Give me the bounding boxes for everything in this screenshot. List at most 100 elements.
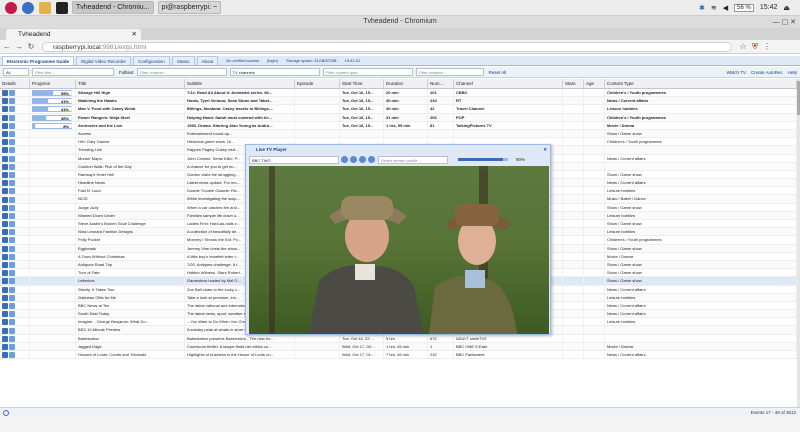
info-icon[interactable] xyxy=(2,352,8,359)
record-icon[interactable] xyxy=(9,245,15,252)
record-icon[interactable] xyxy=(9,335,15,342)
close-tab-icon[interactable]: ✕ xyxy=(132,29,137,40)
record-icon[interactable] xyxy=(9,286,15,293)
column-header[interactable]: Duration xyxy=(384,79,428,88)
info-icon[interactable] xyxy=(2,139,8,146)
record-icon[interactable] xyxy=(9,90,15,97)
url-field[interactable]: raspberrypi.local:9981/extjs.html xyxy=(42,41,732,52)
content-filter-input[interactable]: Filter content type... xyxy=(322,68,413,76)
record-icon[interactable] xyxy=(9,139,15,146)
info-icon[interactable] xyxy=(2,302,8,309)
record-icon[interactable] xyxy=(9,180,15,187)
info-icon[interactable] xyxy=(2,221,8,228)
info-icon[interactable] xyxy=(2,311,8,318)
create-autorec-button[interactable]: Create AutoRec xyxy=(751,70,783,75)
volume-slider[interactable] xyxy=(458,158,508,161)
close-icon[interactable]: ✕ xyxy=(543,145,547,154)
record-icon[interactable] xyxy=(9,196,15,203)
record-icon[interactable] xyxy=(9,155,15,162)
stop-icon[interactable] xyxy=(341,156,348,163)
bluetooth-icon[interactable]: ✱ xyxy=(699,4,705,12)
column-header[interactable]: Age xyxy=(584,79,605,88)
menu-icon[interactable]: ⋮ xyxy=(762,42,772,51)
column-header[interactable]: Channel xyxy=(454,79,563,88)
info-icon[interactable] xyxy=(2,122,8,129)
play-icon[interactable] xyxy=(359,156,366,163)
eject-icon[interactable]: ⏏ xyxy=(783,4,790,12)
info-icon[interactable] xyxy=(2,147,8,154)
browser-tab[interactable]: Tvheadend ✕ xyxy=(6,29,141,40)
info-icon[interactable] xyxy=(2,245,8,252)
column-header[interactable]: Title xyxy=(76,79,185,88)
fullscreen-icon[interactable] xyxy=(368,156,375,163)
info-icon[interactable] xyxy=(2,180,8,187)
record-icon[interactable] xyxy=(9,319,15,326)
table-row[interactable]: Access Entertainment round-up... Show / Ga… xyxy=(0,129,797,139)
info-icon[interactable] xyxy=(2,106,8,113)
column-header[interactable]: Stars xyxy=(563,79,584,88)
duration-filter-input[interactable]: Filter duration... xyxy=(415,68,484,76)
record-icon[interactable] xyxy=(9,294,15,301)
info-icon[interactable] xyxy=(2,188,8,195)
pause-icon[interactable] xyxy=(350,156,357,163)
record-icon[interactable] xyxy=(9,106,15,113)
channel-select[interactable]: BBC TWO xyxy=(249,155,339,164)
info-icon[interactable] xyxy=(2,204,8,211)
info-icon[interactable] xyxy=(2,155,8,162)
column-header[interactable]: Progress xyxy=(30,79,76,88)
title-filter-input[interactable]: Filter title... xyxy=(32,68,114,76)
record-icon[interactable] xyxy=(9,98,15,105)
wifi-icon[interactable]: ≋ xyxy=(711,4,717,12)
table-row[interactable]: 55% Strange Hill High 7/14. Read All About… xyxy=(0,89,797,98)
table-row[interactable]: 36% Power Rangers: Ninja Steel Helping Han… xyxy=(0,113,797,122)
help-button[interactable]: Help xyxy=(788,70,797,75)
info-icon[interactable] xyxy=(2,270,8,277)
channel-filter-input[interactable]: Filter channel... xyxy=(136,68,227,76)
record-icon[interactable] xyxy=(9,302,15,309)
record-icon[interactable] xyxy=(9,229,15,236)
back-icon[interactable]: ← xyxy=(2,42,12,51)
info-icon[interactable] xyxy=(2,294,8,301)
info-icon[interactable] xyxy=(2,237,8,244)
record-icon[interactable] xyxy=(9,212,15,219)
info-icon[interactable] xyxy=(2,262,8,269)
forward-icon[interactable]: → xyxy=(14,42,24,51)
reset-all-button[interactable]: Reset All xyxy=(489,70,507,75)
info-icon[interactable] xyxy=(2,335,8,342)
record-icon[interactable] xyxy=(9,270,15,277)
record-icon[interactable] xyxy=(9,122,15,129)
info-icon[interactable] xyxy=(2,171,8,178)
table-row[interactable]: 8% Androcles and the Lion 1953. Drama. Sta… xyxy=(0,121,797,130)
record-icon[interactable] xyxy=(9,131,15,138)
record-icon[interactable] xyxy=(9,147,15,154)
info-icon[interactable] xyxy=(2,319,8,326)
tab-epg[interactable]: Electronic Programme Guide xyxy=(2,56,75,65)
record-icon[interactable] xyxy=(9,163,15,170)
table-row[interactable]: 41% Watching the Hawks Hosts, Tyrel Ventur… xyxy=(0,97,797,106)
column-header[interactable]: Content Type xyxy=(605,79,797,88)
table-row[interactable]: Jagged Edge Courtroom thriller. A lawyer … xyxy=(0,342,797,351)
cpu-monitor[interactable]: 56 % xyxy=(734,3,754,12)
tab-dvr[interactable]: Digital Video Recorder xyxy=(76,56,131,65)
record-icon[interactable] xyxy=(9,114,15,121)
column-header[interactable]: Start Time xyxy=(340,79,384,88)
record-icon[interactable] xyxy=(9,343,15,350)
table-row[interactable]: 41% Man V. Food with Casey Webb Billings, … xyxy=(0,105,797,114)
star-icon[interactable]: ☆ xyxy=(738,42,748,51)
info-icon[interactable] xyxy=(2,229,8,236)
info-icon[interactable] xyxy=(2,327,8,334)
info-icon[interactable] xyxy=(2,163,8,170)
table-row[interactable]: Babestation Babestation presents Babenati… xyxy=(0,334,797,343)
volume-icon[interactable]: ◀ xyxy=(723,4,728,12)
table-row[interactable]: Houses of Lords: Courts and Tribunals Hig… xyxy=(0,351,797,360)
info-icon[interactable] xyxy=(2,253,8,260)
column-header[interactable]: Num... xyxy=(428,79,454,88)
login-link[interactable]: (login) xyxy=(267,56,278,65)
record-icon[interactable] xyxy=(9,204,15,211)
watch-tv-button[interactable]: Watch TV xyxy=(726,70,746,75)
mode-select[interactable]: All xyxy=(3,68,29,76)
extension-icon[interactable]: ⛨ xyxy=(750,42,760,52)
record-icon[interactable] xyxy=(9,311,15,318)
record-icon[interactable] xyxy=(9,262,15,269)
taskbar-terminal-button[interactable]: pi@raspberrypi: ~ xyxy=(157,1,222,14)
